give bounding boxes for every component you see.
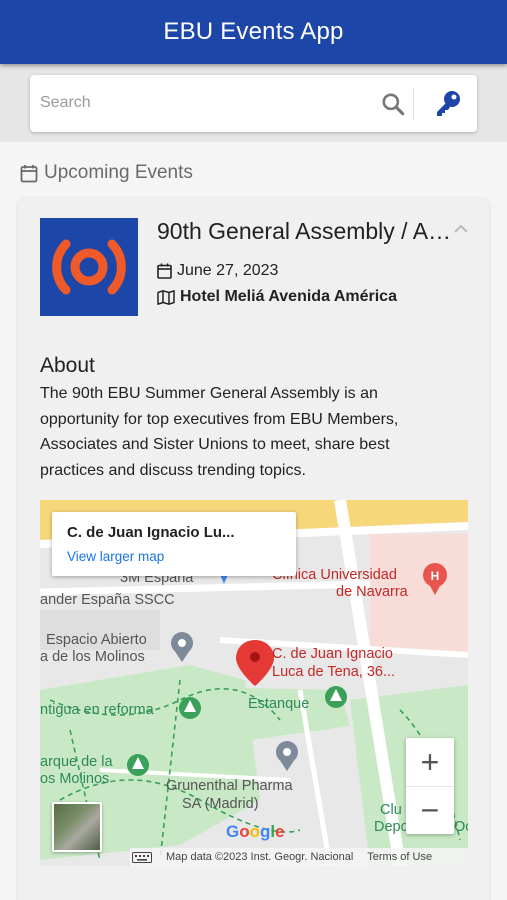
map-label: Espacio Abierto [46, 632, 147, 648]
view-larger-map-link[interactable]: View larger map [67, 549, 164, 564]
event-card[interactable]: 90th General Assembly / Assemblée Généra… [18, 198, 489, 900]
search-icon[interactable] [380, 91, 406, 117]
search-input[interactable] [40, 87, 370, 119]
map-marker-label: Luca de Tena, 36... [272, 664, 396, 680]
keyboard-icon[interactable] [132, 851, 152, 863]
map-label: de Navarra [336, 584, 408, 600]
app-header: EBU Events App [0, 0, 507, 64]
popup-title: C. de Juan Ignacio Lu... [67, 524, 235, 541]
terms-of-use-link[interactable]: Terms of Use [367, 851, 432, 863]
map-data-text: Map data ©2023 Inst. Geogr. Nacional [166, 851, 354, 863]
map-label: arque de la [40, 754, 113, 770]
map-label: Oc [454, 819, 468, 835]
map-label: ander España SSCC [40, 592, 175, 608]
about-text: The 90th EBU Summer General Assembly is … [40, 385, 399, 479]
embedded-map[interactable]: H 3M España ander España SSCC Clínica Un… [40, 500, 468, 866]
map-marker-label: C. de Juan Ignacio [272, 646, 393, 662]
app-title: EBU Events App [163, 18, 344, 45]
zoom-controls: + − [406, 738, 454, 834]
section-title: Upcoming Events [44, 162, 193, 183]
event-date-row: June 27, 2023 [157, 262, 278, 280]
content-area: Upcoming Events 90th General Assembly / … [0, 142, 507, 900]
event-title: 90th General Assembly / Assemblée Généra… [157, 218, 457, 244]
map-label: os Molinos [40, 771, 110, 787]
zoom-in-button[interactable]: + [406, 738, 454, 786]
calendar-icon [20, 164, 38, 182]
map-label: a de los Molinos [40, 649, 145, 665]
map-label: Depo [374, 819, 409, 835]
event-venue: Hotel Meliá Avenida América [180, 288, 397, 305]
svg-text:H: H [431, 569, 440, 583]
map-attribution: Map data ©2023 Inst. Geogr. Nacional Ter… [130, 848, 468, 866]
event-venue-row: Hotel Meliá Avenida América [157, 288, 397, 306]
map-label: ntigua en reforma [40, 702, 154, 718]
chevron-up-icon[interactable] [452, 220, 470, 238]
map-label: SA (Madrid) [182, 796, 259, 812]
map-icon [157, 289, 175, 305]
section-header: Upcoming Events [20, 162, 193, 184]
google-logo: Google [226, 822, 285, 841]
zoom-out-button[interactable]: − [406, 786, 454, 834]
search-divider [413, 88, 414, 120]
key-icon[interactable] [432, 88, 464, 120]
map-label: Clu [380, 802, 402, 818]
map-label: Estanque [248, 696, 310, 712]
about-heading: About [40, 354, 95, 377]
satellite-toggle[interactable] [52, 802, 102, 852]
calendar-icon [157, 263, 172, 279]
map-label: Grunenthal Pharma [166, 778, 293, 794]
search-bar-area [0, 64, 507, 142]
event-date: June 27, 2023 [177, 262, 279, 279]
map-info-popup: C. de Juan Ignacio Lu... View larger map [52, 512, 296, 576]
event-logo [40, 218, 138, 316]
search-box [30, 75, 477, 132]
ebu-logo [52, 239, 126, 295]
